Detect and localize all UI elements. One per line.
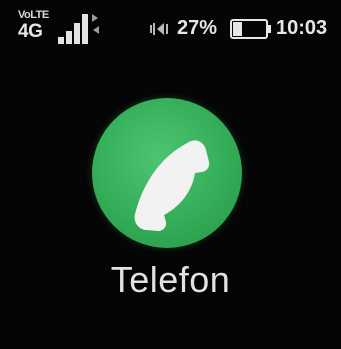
battery-percent: 27%	[177, 17, 218, 39]
volte-label: VoLTE	[18, 9, 49, 21]
battery-icon	[230, 19, 271, 39]
network-type-label: 4G	[18, 21, 43, 42]
signal-bar	[66, 31, 72, 44]
handset-shape	[134, 140, 210, 231]
phone-app-icon[interactable]	[92, 98, 242, 248]
app-label[interactable]: Telefon	[0, 258, 341, 302]
signal-bar	[74, 23, 80, 44]
signal-bar	[82, 14, 88, 44]
vibrate-mute-icon	[150, 23, 168, 35]
phone-handset-icon	[134, 140, 210, 231]
data-arrows-icon	[92, 14, 99, 34]
status-bar: VoLTE 4G 27% 10:03	[0, 0, 341, 52]
battery-fill	[233, 22, 242, 36]
clock: 10:03	[276, 17, 328, 39]
signal-bars-icon	[58, 12, 100, 44]
signal-bar	[58, 37, 64, 44]
volte-indicator: VoLTE 4G	[18, 10, 54, 44]
